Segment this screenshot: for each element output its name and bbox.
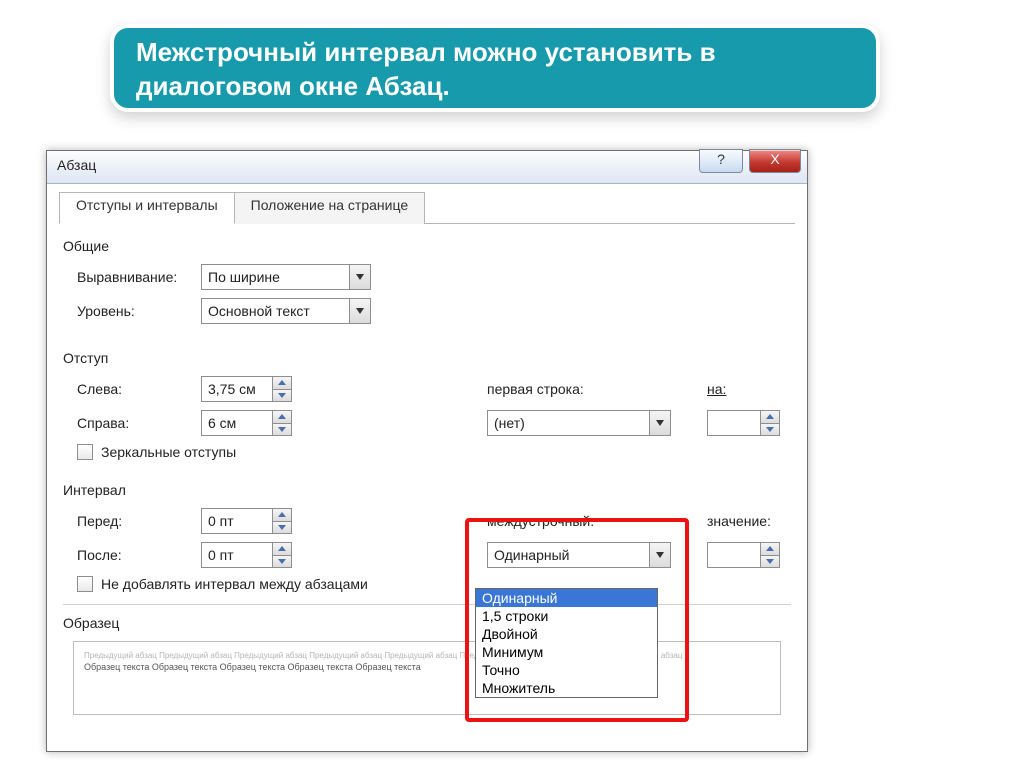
linespacing-combo-value: Одинарный <box>488 547 649 563</box>
preview-box: Предыдущий абзац Предыдущий абзац Предыд… <box>73 641 781 715</box>
spacing-before-spinner[interactable]: 0 пт <box>201 508 292 534</box>
linespacing-value-spinner[interactable] <box>707 542 780 568</box>
titlebar: Абзац ? X <box>47 151 807 184</box>
linespacing-option[interactable]: Минимум <box>476 643 657 661</box>
level-label: Уровень: <box>77 303 201 319</box>
indent-left-label: Слева: <box>77 381 201 397</box>
preview-sample-text: Образец текста Образец текста Образец те… <box>84 661 770 674</box>
preview-faint-text: Предыдущий абзац Предыдущий абзац Предыд… <box>84 650 770 661</box>
spacing-after-value: 0 пт <box>202 543 272 567</box>
section-title: Общие <box>59 238 795 254</box>
linespacing-option[interactable]: Множитель <box>476 679 657 697</box>
mirror-indents-checkbox[interactable] <box>77 444 93 460</box>
banner-text: Межстрочный интервал можно установить в … <box>136 36 854 104</box>
section-indent: Отступ Слева: 3,75 см первая строка: на:… <box>59 350 795 460</box>
paragraph-dialog: Абзац ? X Отступы и интервалы Положение … <box>46 150 808 752</box>
tab-page-position[interactable]: Положение на странице <box>234 192 425 224</box>
indent-left-spinner[interactable]: 3,75 см <box>201 376 292 402</box>
spinner-up-icon[interactable] <box>273 411 291 423</box>
close-button[interactable]: X <box>749 149 801 173</box>
firstline-value: (нет) <box>488 415 649 431</box>
spinner-down-icon[interactable] <box>761 555 779 568</box>
indent-right-value: 6 см <box>202 411 272 435</box>
chevron-down-icon <box>649 411 670 435</box>
indent-left-value: 3,75 см <box>202 377 272 401</box>
dialog-title: Абзац <box>57 157 96 173</box>
section-general: Общие Выравнивание: По ширине Уровень: О… <box>59 238 795 324</box>
chevron-down-icon <box>349 265 370 289</box>
spinner-down-icon[interactable] <box>273 423 291 436</box>
spinner-down-icon[interactable] <box>273 521 291 534</box>
section-title: Образец <box>59 615 795 631</box>
spinner-down-icon[interactable] <box>273 555 291 568</box>
alignment-label: Выравнивание: <box>77 269 201 285</box>
no-add-space-checkbox[interactable] <box>77 576 93 592</box>
indent-right-label: Справа: <box>77 415 201 431</box>
level-combo[interactable]: Основной текст <box>201 298 371 324</box>
slide-banner: Межстрочный интервал можно установить в … <box>110 24 880 112</box>
tab-indents-spacing[interactable]: Отступы и интервалы <box>59 192 235 224</box>
spinner-up-icon[interactable] <box>273 543 291 555</box>
spinner-up-icon[interactable] <box>273 377 291 389</box>
divider <box>63 604 791 605</box>
linespacing-value <box>708 543 760 567</box>
linespacing-option[interactable]: Точно <box>476 661 657 679</box>
linespacing-value-label: значение: <box>707 513 771 529</box>
spacing-after-label: После: <box>77 547 201 563</box>
linespacing-option[interactable]: 1,5 строки <box>476 607 657 625</box>
firstline-by-value <box>708 411 760 435</box>
firstline-by-spinner[interactable] <box>707 410 780 436</box>
tab-strip: Отступы и интервалы Положение на страниц… <box>59 191 795 224</box>
mirror-indents-label: Зеркальные отступы <box>101 444 236 460</box>
firstline-combo[interactable]: (нет) <box>487 410 671 436</box>
linespacing-label: междустрочный: <box>487 513 594 529</box>
spinner-down-icon[interactable] <box>273 389 291 402</box>
spinner-up-icon[interactable] <box>761 543 779 555</box>
linespacing-option[interactable]: Двойной <box>476 625 657 643</box>
help-button[interactable]: ? <box>699 149 743 173</box>
level-value: Основной текст <box>202 303 349 319</box>
spinner-up-icon[interactable] <box>761 411 779 423</box>
indent-right-spinner[interactable]: 6 см <box>201 410 292 436</box>
spinner-down-icon[interactable] <box>761 423 779 436</box>
alignment-combo[interactable]: По ширине <box>201 264 371 290</box>
chevron-down-icon <box>649 543 670 567</box>
firstline-by-label: на: <box>707 381 726 397</box>
linespacing-dropdown-list[interactable]: Одинарный 1,5 строки Двойной Минимум Точ… <box>475 588 658 698</box>
section-spacing: Интервал Перед: 0 пт междустрочный: знач… <box>59 482 795 592</box>
spinner-up-icon[interactable] <box>273 509 291 521</box>
chevron-down-icon <box>349 299 370 323</box>
firstline-label: первая строка: <box>487 381 584 397</box>
no-add-space-label: Не добавлять интервал между абзацами <box>101 576 368 592</box>
spacing-before-label: Перед: <box>77 513 201 529</box>
spacing-before-value: 0 пт <box>202 509 272 533</box>
alignment-value: По ширине <box>202 269 349 285</box>
spacing-after-spinner[interactable]: 0 пт <box>201 542 292 568</box>
linespacing-option[interactable]: Одинарный <box>476 589 657 607</box>
section-title: Отступ <box>59 350 795 366</box>
section-title: Интервал <box>59 482 795 498</box>
linespacing-combo[interactable]: Одинарный <box>487 542 671 568</box>
section-preview: Образец Предыдущий абзац Предыдущий абза… <box>59 615 795 715</box>
